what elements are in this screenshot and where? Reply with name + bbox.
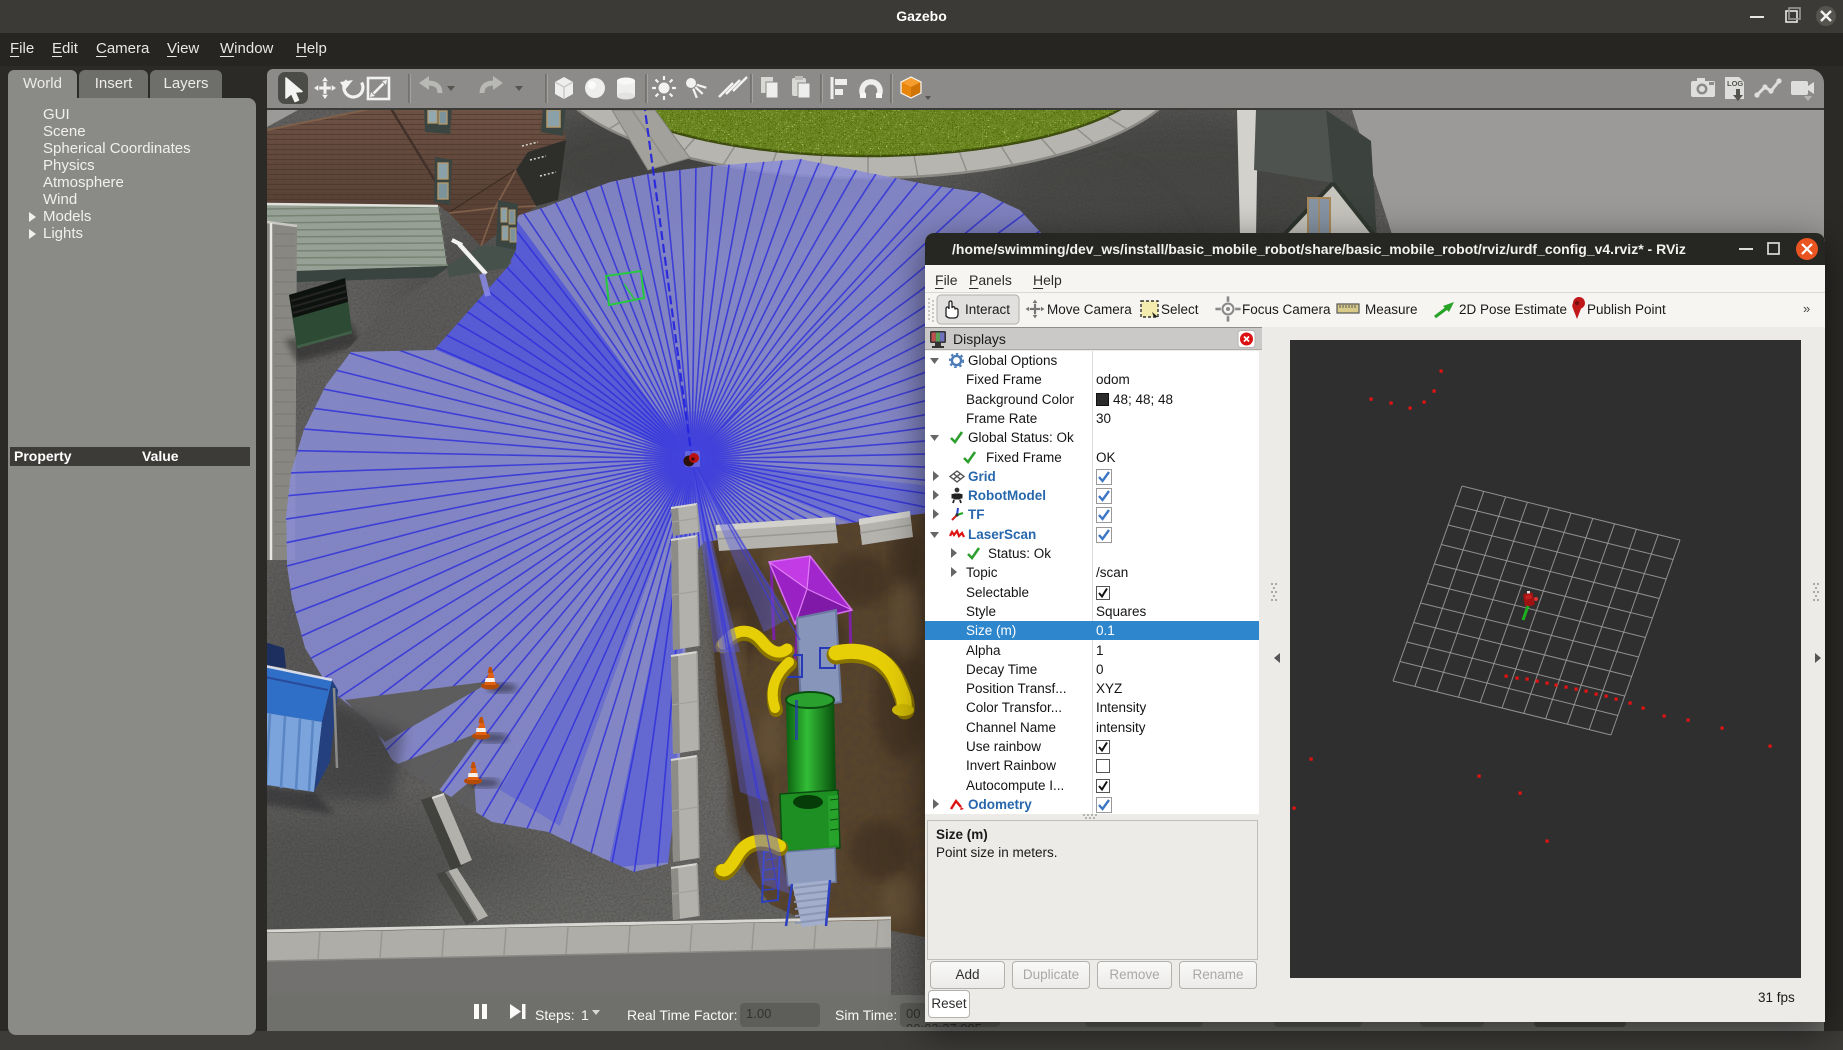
svg-text:Select: Select [1161,302,1199,317]
svg-text:Interact: Interact [965,302,1010,317]
svg-text:»: » [1803,301,1810,316]
svg-text:Focus Camera: Focus Camera [1242,302,1331,317]
svg-text:Publish Point: Publish Point [1587,302,1666,317]
svg-text:LOG: LOG [1727,79,1743,88]
svg-text:Move Camera: Move Camera [1047,302,1132,317]
svg-text:2D Pose Estimate: 2D Pose Estimate [1459,302,1567,317]
svg-text:Measure: Measure [1365,302,1418,317]
